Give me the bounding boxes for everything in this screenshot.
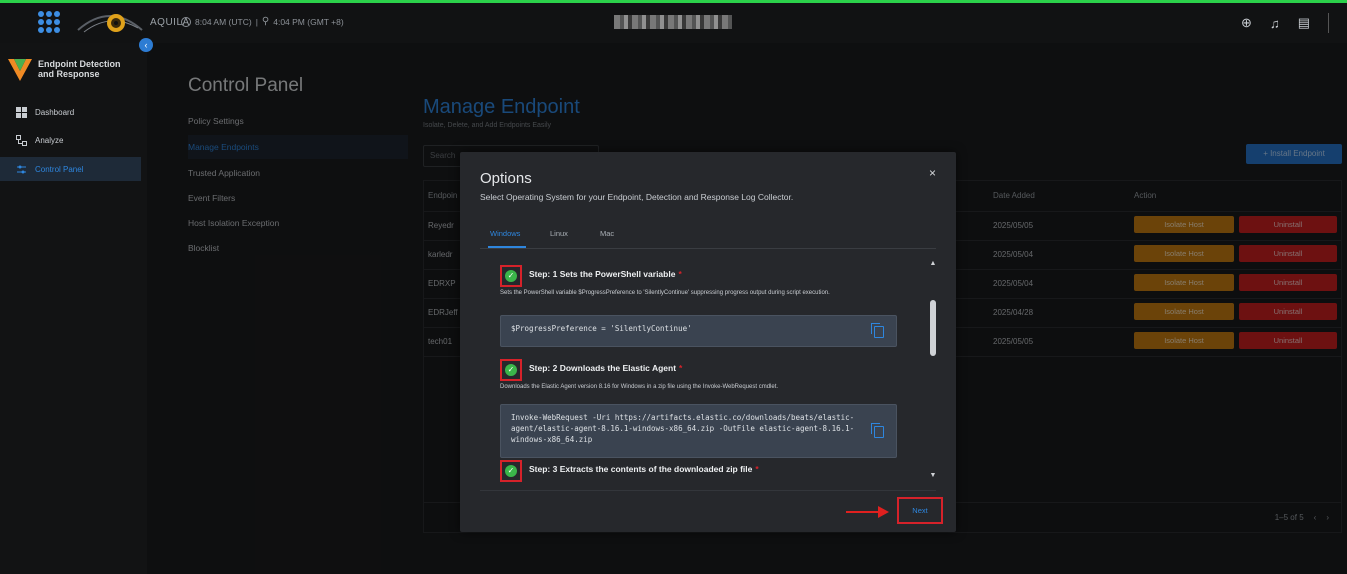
next-button[interactable]: Next — [897, 497, 943, 524]
masked-user-info — [614, 15, 732, 29]
dashboard-icon — [16, 106, 27, 118]
annotation-arrow-icon — [846, 506, 889, 518]
location-icon: ⚲ — [261, 16, 270, 27]
time-utc: 8:04 AM (UTC) — [195, 16, 252, 27]
product-logo-icon — [8, 59, 32, 81]
sidebar: Endpoint Detection and Response Dashboar… — [0, 43, 147, 574]
scroll-down-icon[interactable]: ▼ — [929, 472, 937, 479]
apps-grid-icon[interactable] — [38, 11, 60, 33]
globe-icon[interactable]: ⊕ — [1241, 15, 1252, 31]
step-title: Step: 1 Sets the PowerShell variable — [529, 269, 676, 279]
sidebar-item-label: Analyze — [35, 135, 64, 145]
code-block[interactable]: $ProgressPreference = 'SilentlyContinue' — [500, 315, 897, 347]
bell-icon[interactable]: ♫ — [1270, 16, 1280, 31]
divider — [1328, 13, 1329, 33]
modal-subtitle: Select Operating System for your Endpoin… — [480, 192, 794, 202]
scrollbar-thumb[interactable] — [930, 300, 936, 356]
step-3-checkbox[interactable]: ✓ — [500, 460, 522, 482]
os-tabs: Windows Linux Mac — [480, 224, 936, 249]
tab-mac[interactable]: Mac — [600, 224, 614, 248]
eye-logo-icon — [77, 14, 143, 33]
sidebar-item-dashboard[interactable]: Dashboard — [0, 100, 141, 124]
step-description: Sets the PowerShell variable $ProgressPr… — [500, 290, 830, 296]
copy-icon[interactable] — [871, 423, 884, 438]
copy-icon[interactable] — [871, 323, 884, 338]
required-mark: * — [679, 363, 683, 373]
tab-linux[interactable]: Linux — [550, 224, 568, 248]
scroll-up-icon[interactable]: ▲ — [929, 260, 937, 267]
analyze-icon — [16, 134, 27, 146]
step-1-checkbox[interactable]: ✓ — [500, 265, 522, 287]
check-icon: ✓ — [505, 270, 517, 282]
sidebar-item-control-panel[interactable]: Control Panel — [0, 157, 141, 181]
book-icon[interactable]: ▤ — [1298, 15, 1310, 31]
tab-windows[interactable]: Windows — [488, 224, 526, 248]
check-icon: ✓ — [505, 364, 517, 376]
step-title: Step: 3 Extracts the contents of the dow… — [529, 464, 753, 474]
collapse-sidebar-button[interactable]: ‹ — [139, 38, 153, 52]
modal-footer-divider — [480, 490, 936, 491]
check-icon: ✓ — [505, 465, 517, 477]
close-icon[interactable]: × — [929, 166, 936, 180]
sidebar-item-label: Dashboard — [35, 107, 75, 117]
clock-icon — [181, 16, 191, 27]
top-bar: AQUILA 8:04 AM (UTC) | ⚲ 4:04 PM (GMT +8… — [0, 3, 1347, 43]
sidebar-item-label: Control Panel — [35, 164, 84, 174]
step-title: Step: 2 Downloads the Elastic Agent — [529, 363, 677, 373]
steps-scroll-area[interactable]: ✓ Step: 1 Sets the PowerShell variable * … — [500, 260, 938, 484]
control-panel-icon — [17, 165, 26, 173]
product-title: Endpoint Detection and Response — [38, 59, 121, 79]
required-mark: * — [755, 464, 759, 474]
time-local: 4:04 PM (GMT +8) — [273, 16, 344, 27]
step-2-checkbox[interactable]: ✓ — [500, 359, 522, 381]
code-block[interactable]: Invoke-WebRequest -Uri https://artifacts… — [500, 404, 897, 458]
scrollbar[interactable]: ▲ ▼ — [929, 260, 937, 482]
code-text: $ProgressPreference = 'SilentlyContinue' — [511, 324, 692, 333]
sidebar-item-analyze[interactable]: Analyze — [0, 128, 141, 152]
code-text: Invoke-WebRequest -Uri https://artifacts… — [511, 413, 855, 444]
modal-title: Options — [480, 170, 532, 187]
clock-display: 8:04 AM (UTC) | ⚲ 4:04 PM (GMT +8) — [181, 16, 344, 27]
options-modal: Options Select Operating System for your… — [460, 152, 956, 532]
required-mark: * — [678, 269, 682, 279]
top-icons: ⊕ ♫ ▤ — [1241, 13, 1329, 33]
step-description: Downloads the Elastic Agent version 8.16… — [500, 384, 779, 390]
